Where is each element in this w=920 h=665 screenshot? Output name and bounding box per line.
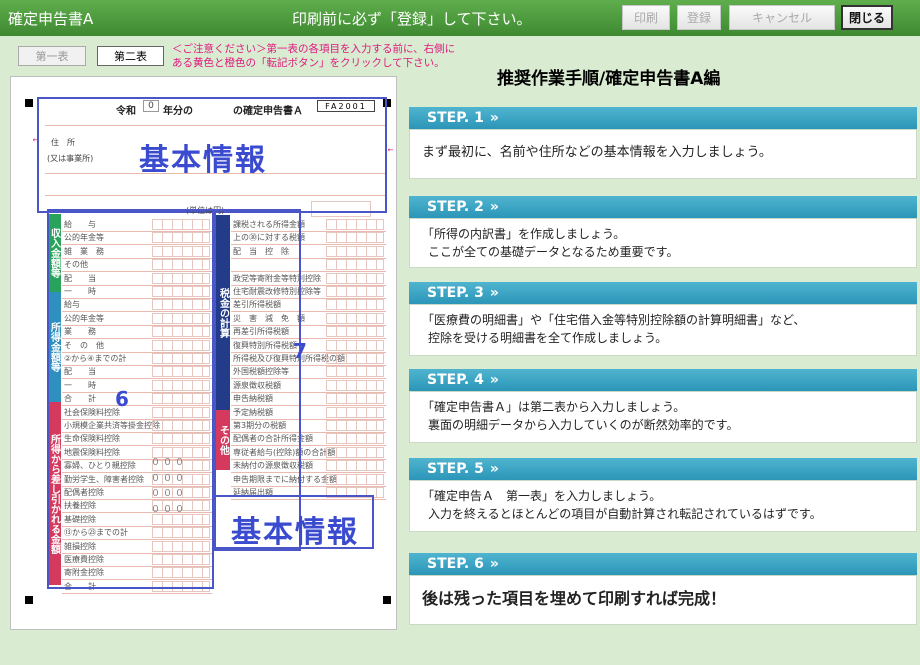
step-label: STEP. 3	[427, 285, 484, 301]
step-text: ここが全ての基礎データとなるため重要です。	[428, 245, 679, 259]
step-body: 「確定申告Ａ 第一表」を入力しましょう。入力を終えるとほとんどの項目が自動計算さ…	[409, 480, 917, 532]
chevron-right-icon: »	[489, 372, 499, 388]
registration-mark	[383, 596, 391, 604]
print-button[interactable]: 印刷	[622, 5, 670, 30]
step-3: STEP. 3 » 「医療費の明細書」や「住宅借入金等特別控除額の計算明細書」など、…	[409, 282, 917, 356]
row-cells	[326, 393, 384, 405]
row-cells	[326, 245, 384, 257]
step-header: STEP. 5 »	[409, 458, 917, 480]
section6-number: 6	[115, 387, 129, 411]
row-cells	[326, 312, 384, 324]
step-text: 「所得の内訳書」を作成しましょう。	[422, 227, 626, 241]
step-header: STEP. 2 »	[409, 196, 917, 218]
step-body: 後は残った項目を埋めて印刷すれば完成！	[409, 575, 917, 625]
tab-sheet1[interactable]: 第一表	[18, 46, 86, 66]
row-cells	[326, 299, 384, 311]
tax-form-preview: 令和 0 年分の の確定申告書Ａ FA2001 住 所 (又は事業所) 基本情報…	[10, 76, 397, 630]
step-4: STEP. 4 » 「確定申告書Ａ」は第二表から入力しましょう。裏面の明細データから…	[409, 369, 917, 443]
chevron-right-icon: »	[489, 556, 499, 572]
step-body: 「医療費の明細書」や「住宅借入金等特別控除額の計算明細書」など、控除を受ける明細…	[409, 304, 917, 356]
row-cells	[326, 379, 384, 391]
step-1: STEP. 1 » まず最初に、名前や住所などの基本情報を入力しましょう。	[409, 107, 917, 179]
row-cells	[326, 353, 384, 364]
close-button[interactable]: 閉じる	[841, 5, 893, 30]
step-text: 入力を終えるとほとんどの項目が自動計算され転記されているはずです。	[428, 507, 822, 521]
row-cells	[326, 446, 384, 458]
row-cells	[326, 460, 384, 472]
guide-title: 推奨作業手順/確定申告書A編	[497, 69, 721, 89]
chevron-right-icon: »	[489, 110, 499, 126]
step-text: 「確定申告書Ａ」は第二表から入力しましょう。	[422, 400, 686, 414]
app-title: 確定申告書A	[8, 10, 94, 28]
row-cells	[326, 473, 384, 485]
row-cells	[326, 259, 384, 271]
title-bar: 確定申告書A 印刷前に必ず「登録」して下さい。 印刷 登録 キャンセル 閉じる	[0, 0, 920, 36]
section7-number: 7	[293, 339, 307, 363]
step-body: 「確定申告書Ａ」は第二表から入力しましょう。裏面の明細データから入力していくのが…	[409, 391, 917, 443]
register-notice: 印刷前に必ず「登録」して下さい。	[292, 10, 532, 28]
step-header: STEP. 3 »	[409, 282, 917, 304]
step-6: STEP. 6 » 後は残った項目を埋めて印刷すれば完成！	[409, 553, 917, 625]
step-label: STEP. 6	[427, 556, 484, 572]
step-header: STEP. 6 »	[409, 553, 917, 575]
basic-info-label-top: 基本情報	[139, 143, 267, 178]
row-cells	[326, 420, 384, 431]
row-cells	[326, 366, 384, 378]
row-cells	[326, 219, 384, 230]
step-header: STEP. 1 »	[409, 107, 917, 129]
step-label: STEP. 5	[427, 461, 484, 477]
row-cells	[326, 272, 384, 284]
row-cells	[326, 406, 384, 418]
step-body: 「所得の内訳書」を作成しましょう。ここが全ての基礎データとなるため重要です。	[409, 218, 917, 268]
chevron-right-icon: »	[489, 199, 499, 215]
basic-info-label-bottom: 基本情報	[231, 515, 359, 550]
step-label: STEP. 2	[427, 199, 484, 215]
registration-mark	[25, 596, 33, 604]
step-5: STEP. 5 » 「確定申告Ａ 第一表」を入力しましょう。入力を終えるとほとんどの…	[409, 458, 917, 532]
step-header: STEP. 4 »	[409, 369, 917, 391]
step-text: 控除を受ける明細書を全て作成しましょう。	[428, 331, 668, 345]
side-note: ↓	[31, 137, 39, 143]
chevron-right-icon: »	[489, 461, 499, 477]
row-cells	[326, 286, 384, 297]
row-cells	[326, 326, 384, 338]
step-text: 「確定申告Ａ 第一表」を入力しましょう。	[422, 489, 662, 503]
side-note: ↓	[386, 147, 394, 153]
step-text: 「医療費の明細書」や「住宅借入金等特別控除額の計算明細書」など、	[422, 313, 806, 327]
step-label: STEP. 4	[427, 372, 484, 388]
step-body: まず最初に、名前や住所などの基本情報を入力しましょう。	[409, 129, 917, 179]
step-text: 裏面の明細データから入力していくのが断然効率的です。	[428, 418, 739, 432]
caution-text: ＜ご注意ください＞第一表の各項目を入力する前に、右側にある黄色と橙色の「転記ボタ…	[172, 43, 456, 69]
chevron-right-icon: »	[489, 285, 499, 301]
row-cells	[326, 433, 384, 445]
step-text: 後は残った項目を埋めて印刷すれば完成！	[422, 589, 727, 608]
step-2: STEP. 2 » 「所得の内訳書」を作成しましょう。ここが全ての基礎データとなるた…	[409, 196, 917, 268]
register-button[interactable]: 登録	[677, 5, 721, 30]
tab-sheet2[interactable]: 第二表	[97, 46, 164, 66]
row-cells	[326, 232, 384, 244]
step-label: STEP. 1	[427, 110, 484, 126]
step-text: まず最初に、名前や住所などの基本情報を入力しましょう。	[422, 145, 772, 160]
registration-mark	[25, 99, 33, 107]
cancel-button[interactable]: キャンセル	[729, 5, 835, 30]
row-cells	[326, 339, 384, 351]
section6-box	[47, 209, 214, 589]
